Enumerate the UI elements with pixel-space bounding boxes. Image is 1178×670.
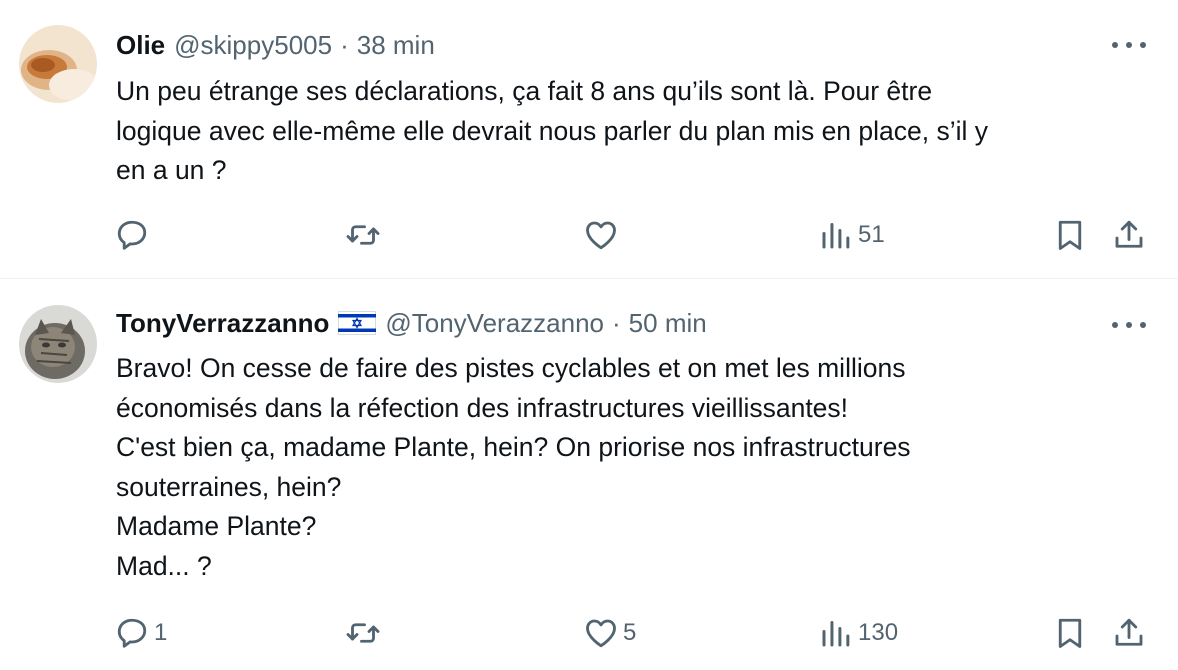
more-options-button[interactable] xyxy=(1112,34,1146,56)
tweet[interactable]: TonyVerrazzanno @TonyVerazzanno · 50 min… xyxy=(0,280,1178,670)
repost-button[interactable] xyxy=(345,215,385,255)
bookmark-button[interactable] xyxy=(1052,613,1088,653)
bookmark-icon xyxy=(1058,618,1082,648)
tweet-header: TonyVerrazzanno @TonyVerazzanno · 50 min xyxy=(116,307,707,339)
more-options-button[interactable] xyxy=(1112,314,1146,336)
bookmark-button[interactable] xyxy=(1052,215,1088,255)
views-icon xyxy=(822,223,850,249)
like-button[interactable]: 5 xyxy=(583,613,636,653)
repost-icon xyxy=(346,623,380,643)
tweet-text: Bravo! On cesse de faire des pistes cycl… xyxy=(116,349,1146,586)
views-icon xyxy=(822,621,850,647)
views-count: 51 xyxy=(858,221,885,248)
avatar[interactable] xyxy=(19,305,97,383)
reply-icon xyxy=(117,220,147,250)
timestamp[interactable]: 50 min xyxy=(629,307,707,339)
more-icon xyxy=(1112,322,1118,328)
author-handle[interactable]: @skippy5005 xyxy=(174,29,332,61)
tweet-header: Olie @skippy5005 · 38 min xyxy=(116,29,435,61)
repost-icon xyxy=(346,225,380,245)
tweet-text-line: C'est bien ça, madame Plante, hein? On p… xyxy=(116,432,911,462)
reply-button[interactable]: 1 xyxy=(114,613,167,653)
tweet-text-line: logique avec elle-même elle devrait nous… xyxy=(116,115,989,146)
reply-icon xyxy=(117,618,147,648)
israel-flag-icon xyxy=(338,311,377,335)
share-icon xyxy=(1115,618,1143,646)
tweet-text: Un peu étrange ses déclarations, ça fait… xyxy=(116,72,1146,191)
timestamp[interactable]: 38 min xyxy=(357,29,435,61)
separator: · xyxy=(612,308,621,338)
author-name[interactable]: TonyVerrazzanno xyxy=(116,307,329,339)
tweet-text-line: Madame Plante? xyxy=(116,511,317,541)
tweet-text-line: économisés dans la réfection des infrast… xyxy=(116,392,849,423)
tweet-text-line: Bravo! On cesse de faire des pistes cycl… xyxy=(116,353,906,383)
action-bar: 1 5 130 xyxy=(0,613,1178,653)
views-count: 130 xyxy=(858,619,899,646)
author-handle[interactable]: @TonyVerazzanno xyxy=(385,307,604,339)
author-name[interactable]: Olie xyxy=(116,29,165,61)
share-button[interactable] xyxy=(1111,215,1147,255)
heart-icon xyxy=(586,619,616,648)
views-button[interactable]: 51 xyxy=(818,215,885,255)
action-bar: 51 xyxy=(0,215,1178,255)
reply-count: 1 xyxy=(154,619,168,646)
views-button[interactable]: 130 xyxy=(818,613,898,653)
reply-button[interactable] xyxy=(114,215,154,255)
like-button[interactable] xyxy=(583,215,623,255)
tweet-text-line: souterraines, hein? xyxy=(116,471,342,502)
separator: · xyxy=(340,30,349,60)
more-icon xyxy=(1112,42,1118,48)
heart-icon xyxy=(586,221,616,250)
share-button[interactable] xyxy=(1111,613,1147,653)
tweet-text-line: Mad... ? xyxy=(116,550,212,581)
tweet-text-line: Un peu étrange ses déclarations, ça fait… xyxy=(116,76,933,106)
avatar[interactable] xyxy=(19,25,97,103)
bookmark-icon xyxy=(1058,220,1082,250)
repost-button[interactable] xyxy=(345,613,385,653)
tweet[interactable]: Olie @skippy5005 · 38 min Un peu étrange… xyxy=(0,0,1178,279)
share-icon xyxy=(1115,220,1143,248)
like-count: 5 xyxy=(623,619,637,646)
tweet-text-line: en a un ? xyxy=(116,155,227,185)
